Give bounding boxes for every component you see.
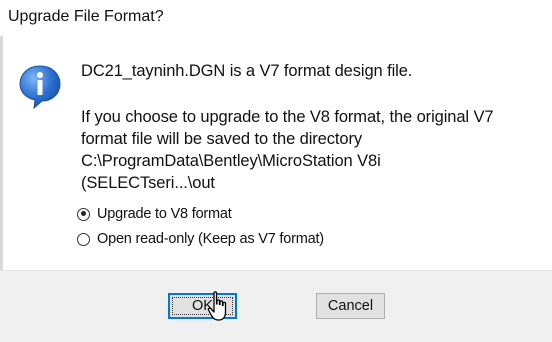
information-icon	[19, 65, 61, 110]
read-only-option-label[interactable]: Open read-only (Keep as V7 format)	[97, 231, 324, 247]
message-line-1: DC21_tayninh.DGN is a V7 format design f…	[81, 62, 413, 80]
ok-button[interactable]: OK	[168, 293, 237, 319]
title-bar[interactable]: Upgrade File Format?	[0, 0, 552, 36]
message-line-2: If you choose to upgrade to the V8 forma…	[81, 108, 494, 126]
cancel-button[interactable]: Cancel	[316, 293, 385, 319]
read-only-radio-option[interactable]: Open read-only (Keep as V7 format)	[77, 229, 324, 249]
button-footer	[0, 270, 552, 342]
dialog-title: Upgrade File Format?	[8, 8, 164, 25]
cancel-button-label: Cancel	[327, 298, 374, 314]
upgrade-file-format-dialog: Upgrade File Format? DC21_tayninh.DGN is…	[0, 0, 552, 342]
radio-button-unselected[interactable]	[77, 232, 90, 246]
message-line-3: format file will be saved to the directo…	[81, 130, 363, 148]
message-line-5: (SELECTseri...\out	[81, 174, 215, 192]
upgrade-option-label[interactable]: Upgrade to V8 format	[97, 206, 232, 222]
radio-button-selected[interactable]	[77, 207, 90, 221]
message-line-4: C:\ProgramData\Bentley\MicroStation V8i	[81, 152, 381, 170]
focus-ring	[172, 297, 233, 315]
upgrade-radio-option[interactable]: Upgrade to V8 format	[77, 204, 232, 224]
